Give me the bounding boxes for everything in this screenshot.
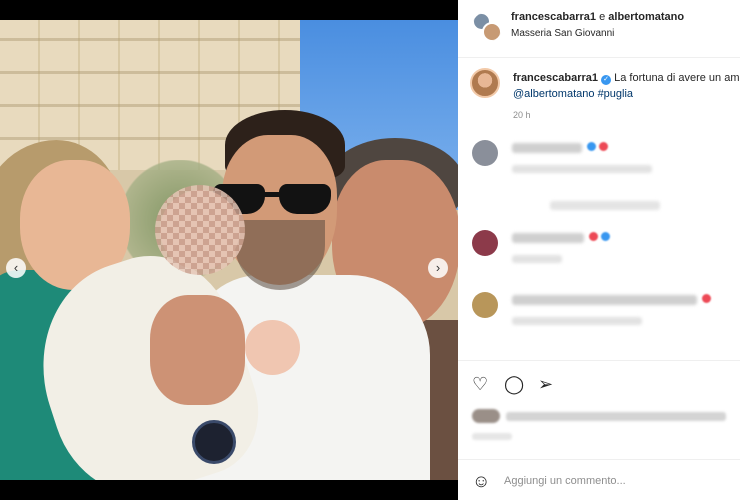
comment-meta-blurred	[512, 317, 642, 325]
blurred-heart-icon	[589, 232, 598, 241]
comment-item	[470, 292, 730, 332]
comment-input[interactable]	[504, 472, 724, 490]
comment-blurred-text	[512, 295, 697, 305]
comment-blurred-text	[512, 143, 582, 153]
avatar	[472, 140, 498, 166]
post-photo[interactable]: ‹ ›	[0, 20, 458, 480]
baby-face-blur	[155, 185, 245, 275]
blurred-emoji-icon	[601, 232, 610, 241]
like-heart-icon[interactable]: ♡	[472, 375, 488, 393]
carousel-next-button[interactable]: ›	[428, 258, 448, 278]
caption: francescabarra1 ✓ La fortuna di avere un…	[513, 70, 740, 102]
caption-text: La fortuna di avere un am	[614, 72, 740, 84]
post-date-blurred	[472, 433, 512, 440]
blurred-heart-icon	[599, 142, 608, 151]
add-comment-bar: ☺	[458, 459, 740, 499]
comment-item	[470, 140, 730, 180]
authors-conjunction: e	[599, 11, 606, 23]
blurred-emoji-icon	[587, 142, 596, 151]
post-actions: ♡ ◯ ➢ ☺	[458, 360, 740, 490]
likes-text-blurred	[506, 412, 726, 421]
comment-blurred-text	[512, 233, 584, 243]
share-icon[interactable]: ➢	[538, 375, 553, 393]
avatar	[482, 22, 502, 42]
emoji-icon[interactable]: ☺	[472, 472, 490, 490]
carousel-prev-button[interactable]: ‹	[6, 258, 26, 278]
comment-meta-blurred	[512, 255, 562, 263]
author-link[interactable]: francescabarra1	[511, 11, 596, 23]
instagram-post-view: ‹ › francescabarra1 e albertomatano Mass…	[0, 0, 740, 500]
caption-avatar[interactable]	[470, 68, 500, 98]
baby-arm	[245, 320, 300, 375]
caption-author[interactable]: francescabarra1	[513, 72, 598, 84]
comment-meta-blurred	[512, 165, 652, 173]
wristwatch	[192, 420, 236, 464]
post-sidebar: francescabarra1 e albertomatano Masseria…	[458, 0, 740, 500]
post-authors: francescabarra1 e albertomatano	[511, 11, 684, 23]
liker-avatars-blurred	[472, 409, 500, 423]
location-link[interactable]: Masseria San Giovanni	[511, 28, 614, 39]
post-header: francescabarra1 e albertomatano Masseria…	[458, 0, 740, 58]
verified-badge-icon: ✓	[601, 75, 612, 85]
blurred-heart-icon	[702, 294, 711, 303]
likes-summary-blurred[interactable]	[472, 409, 727, 423]
hand	[150, 295, 245, 405]
collab-avatars[interactable]	[472, 12, 502, 42]
comment-item	[470, 230, 730, 270]
avatar	[472, 292, 498, 318]
coauthor-link[interactable]: albertomatano	[608, 11, 684, 23]
caption-hashtag[interactable]: #puglia	[598, 88, 633, 100]
view-replies-blurred[interactable]	[550, 201, 660, 210]
caption-mention[interactable]: @albertomatano	[513, 88, 595, 100]
avatar	[472, 230, 498, 256]
comment-icon[interactable]: ◯	[504, 375, 524, 393]
post-timestamp: 20 h	[513, 110, 531, 120]
